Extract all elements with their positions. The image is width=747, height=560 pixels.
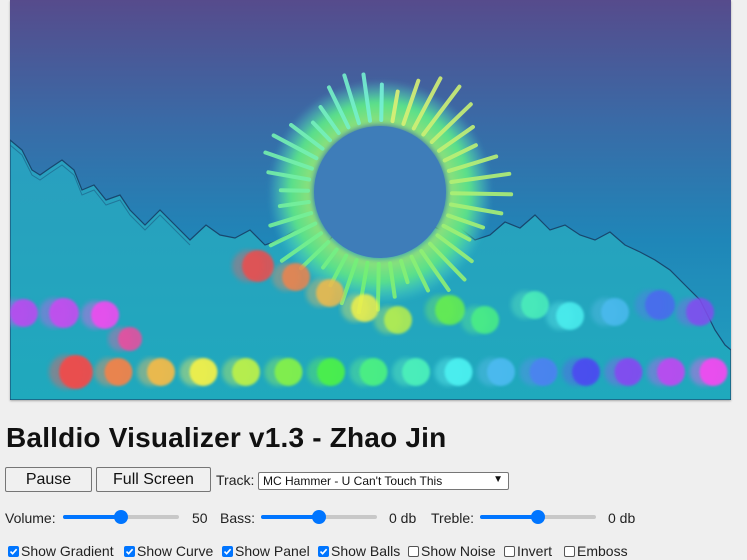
page-title: Balldio Visualizer v1.3 - Zhao Jin [6,422,447,453]
pause-button[interactable]: Pause [5,467,92,492]
treble-slider-thumb[interactable] [531,510,545,524]
checkbox-icon[interactable] [564,545,575,557]
bass-slider-thumb[interactable] [312,510,326,524]
visualizer-canvas[interactable] [10,0,731,400]
checkbox-icon[interactable] [124,545,135,557]
invert-checkbox[interactable]: Invert [504,543,552,559]
track-select[interactable]: MC Hammer - U Can't Touch This ▼ [258,472,509,490]
checkbox-icon[interactable] [8,545,19,557]
show-panel-checkbox[interactable]: Show Panel [222,543,310,559]
track-label: Track: [216,472,255,488]
volume-slider[interactable] [63,510,179,524]
bass-value: 0 db [389,510,417,526]
treble-slider[interactable] [480,510,596,524]
checkbox-icon[interactable] [504,545,515,557]
treble-value: 0 db [608,510,636,526]
checkbox-icon[interactable] [318,545,329,557]
track-select-value: MC Hammer - U Can't Touch This [263,474,443,488]
bass-slider[interactable] [261,510,377,524]
full-screen-button[interactable]: Full Screen [96,467,211,492]
visualizer-scene [10,0,731,400]
volume-slider-thumb[interactable] [114,510,128,524]
show-curve-checkbox[interactable]: Show Curve [124,543,213,559]
bass-label: Bass: [220,510,256,526]
volume-label: Volume: [5,510,56,526]
checkbox-icon[interactable] [408,545,419,557]
chevron-down-icon: ▼ [493,474,503,485]
treble-label: Treble: [431,510,475,526]
checkbox-icon[interactable] [222,545,233,557]
volume-value: 50 [192,510,208,526]
show-noise-checkbox[interactable]: Show Noise [408,543,496,559]
show-balls-checkbox[interactable]: Show Balls [318,543,400,559]
show-gradient-checkbox[interactable]: Show Gradient [8,543,114,559]
emboss-checkbox[interactable]: Emboss [564,543,628,559]
